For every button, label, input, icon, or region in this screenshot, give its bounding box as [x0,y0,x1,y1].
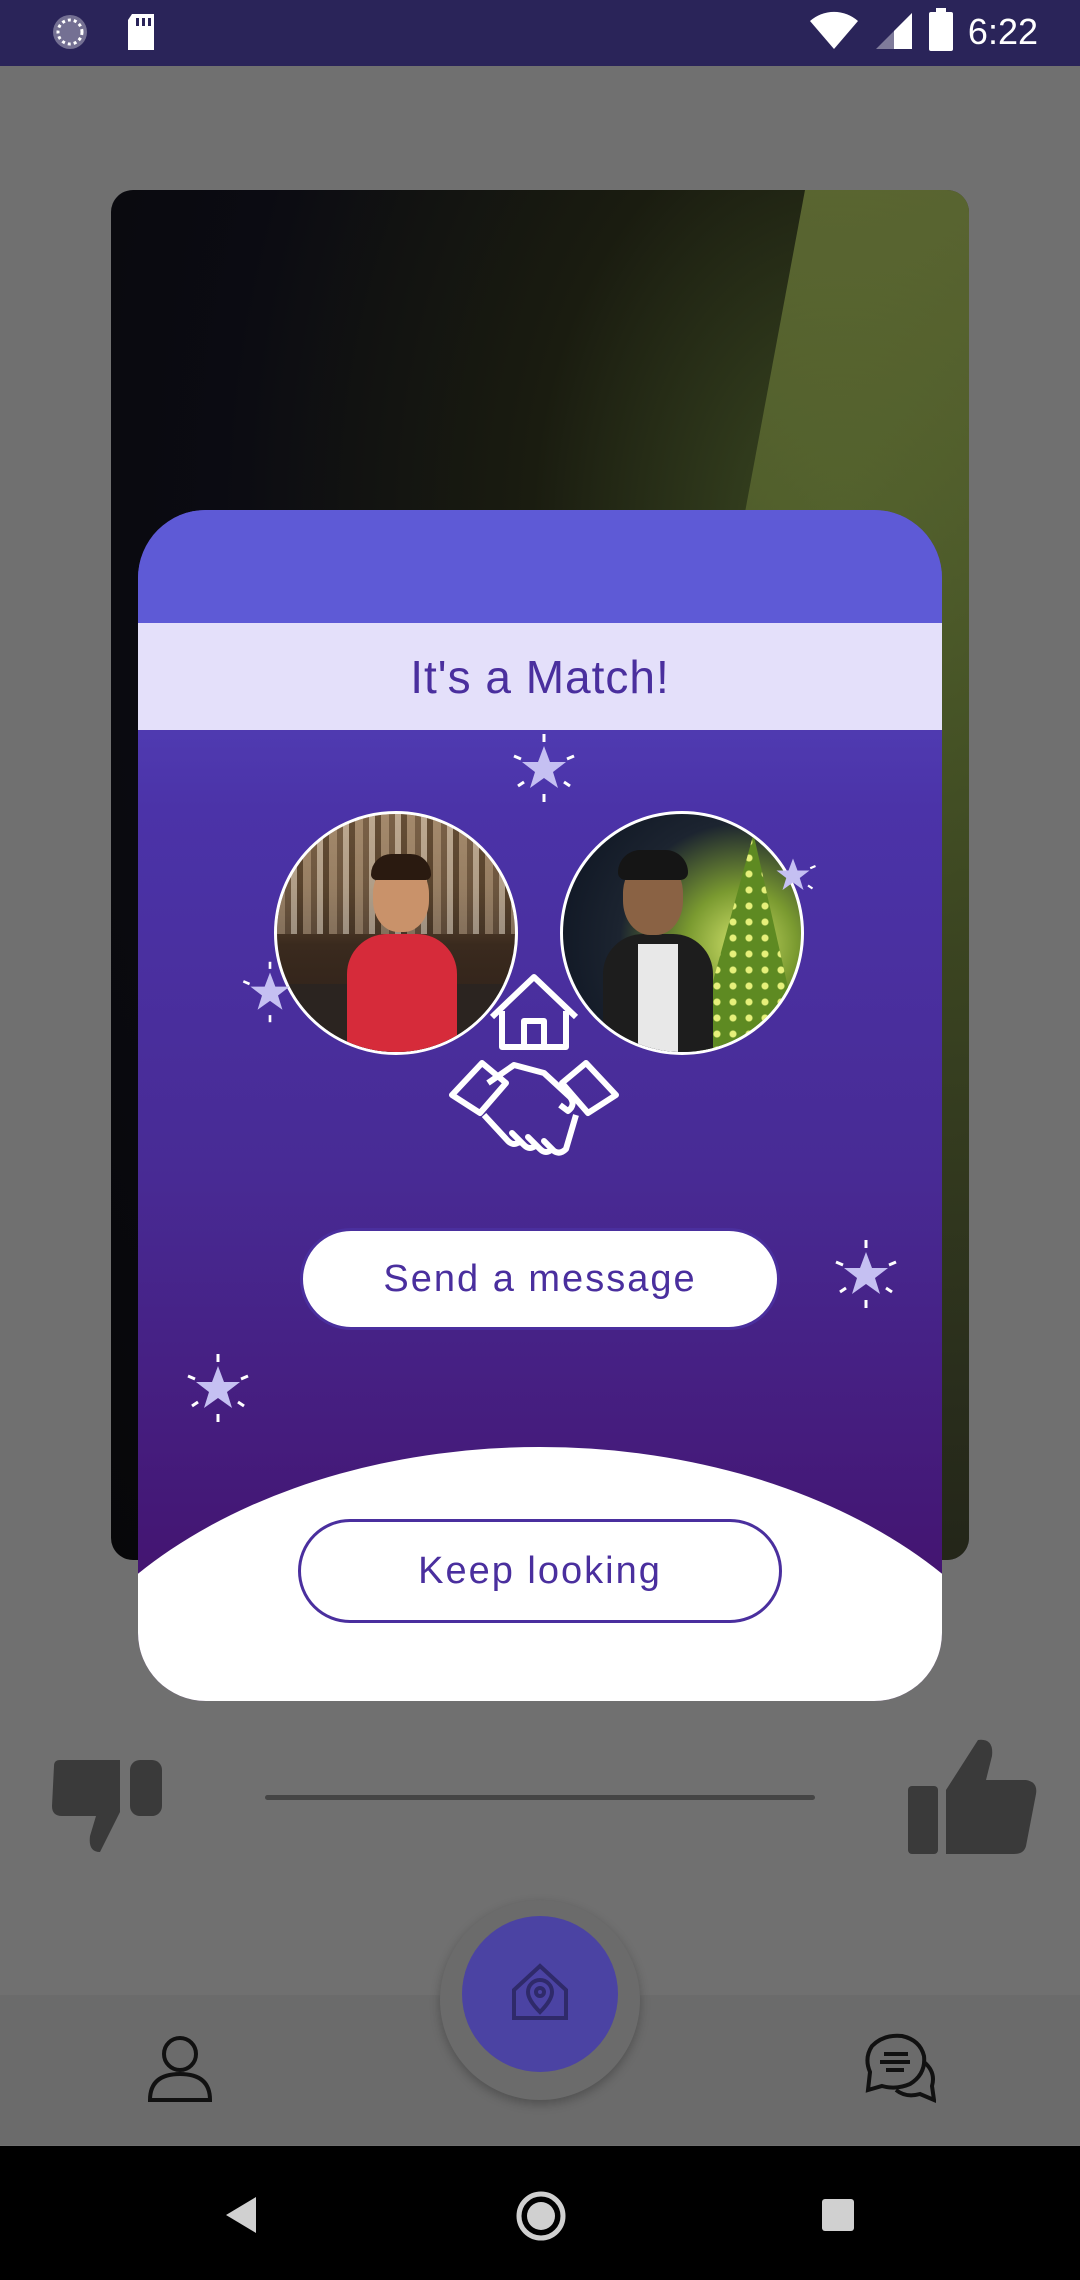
match-dialog: It's a Match! Send a message Keep lookin… [138,510,942,1701]
sync-icon [50,12,90,56]
dialog-header [138,510,942,623]
sparkle-star-icon [238,960,302,1028]
chat-icon[interactable] [862,2032,937,2104]
battery-icon [928,8,954,56]
cell-signal-icon [874,9,914,55]
status-bar: 6:22 [0,0,1080,66]
clock: 6:22 [967,11,1038,52]
keep-looking-button[interactable]: Keep looking [298,1519,782,1623]
swipe-progress-track [265,1795,815,1800]
match-title: It's a Match! [410,650,670,703]
sparkle-star-icon [766,848,820,906]
thumbs-down-icon[interactable] [48,1750,168,1860]
sparkle-star-icon [182,1352,254,1428]
reaction-row [0,1730,1080,1870]
thumbs-up-icon[interactable] [900,1734,1040,1858]
home-icon[interactable] [515,2190,567,2246]
send-message-button[interactable]: Send a message [300,1228,780,1330]
home-location-button[interactable] [462,1916,618,2072]
sd-card-icon [124,12,158,56]
profile-icon[interactable] [145,2032,215,2104]
home-location-icon [504,1956,576,2032]
wifi-icon [808,9,860,55]
sparkle-star-icon [508,732,580,808]
back-icon[interactable] [222,2195,260,2239]
match-banner: It's a Match! [138,623,942,730]
sparkle-star-icon [830,1238,902,1314]
recents-icon[interactable] [820,2197,856,2237]
house-handshake-icon [448,965,638,1187]
